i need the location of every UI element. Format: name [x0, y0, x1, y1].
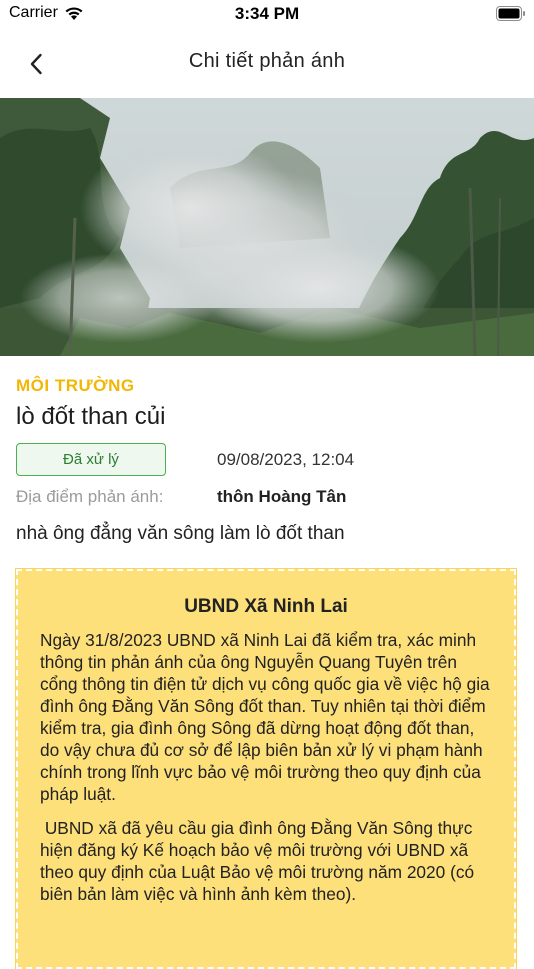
response-body: Ngày 31/8/2023 UBND xã Ninh Lai đã kiểm … [40, 629, 496, 917]
image-carousel[interactable] [0, 98, 534, 356]
report-title: lò đốt than củi [16, 403, 166, 430]
status-time: 3:34 PM [234, 4, 300, 23]
response-paragraph: Ngày 31/8/2023 UBND xã Ninh Lai đã kiểm … [40, 630, 490, 804]
report-datetime: 09/08/2023, 12:04 [217, 450, 355, 469]
report-description: nhà ông đẳng văn sông làm lò đốt than [16, 523, 345, 544]
smoke-forest-photo [0, 98, 534, 356]
status-badge: Đã xử lý [16, 443, 166, 476]
navigation-bar: Chi tiết phản ánh [0, 28, 534, 98]
battery-icon [496, 6, 525, 21]
response-card: UBND Xã Ninh Lai Ngày 31/8/2023 UBND xã … [15, 568, 517, 969]
response-title: UBND Xã Ninh Lai [184, 596, 348, 617]
location-label: Địa điểm phản ánh: [16, 487, 164, 506]
response-paragraph: UBND xã đã yêu cầu gia đình ông Đằng Văn… [40, 818, 479, 904]
category-label: MÔI TRƯỜNG [16, 376, 135, 395]
status-bar: Carrier 3:34 PM [0, 0, 534, 28]
location-value: thôn Hoàng Tân [217, 487, 347, 506]
page-title: Chi tiết phản ánh [188, 50, 346, 72]
